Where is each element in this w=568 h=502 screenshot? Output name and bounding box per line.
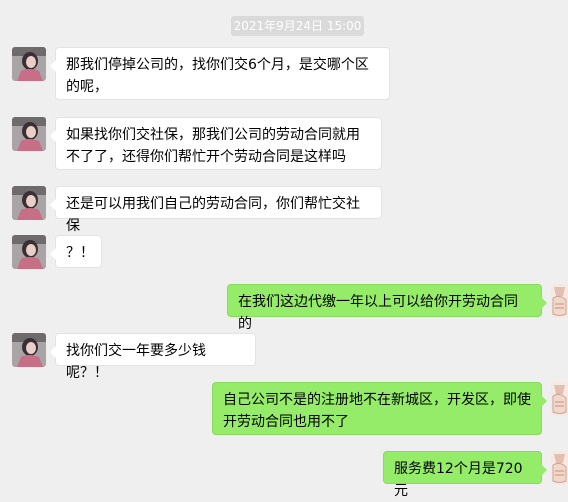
contact-avatar-icon (12, 235, 46, 269)
avatar[interactable] (551, 451, 568, 485)
avatar[interactable] (551, 284, 568, 318)
avatar[interactable] (12, 47, 46, 81)
contact-avatar-icon (12, 186, 46, 220)
message-bubble-incoming[interactable]: ？！ (50, 235, 102, 268)
message-bubble-outgoing[interactable]: 服务费12个月是720元 (383, 451, 547, 499)
user-avatar-icon (551, 284, 568, 318)
avatar[interactable] (12, 333, 46, 367)
user-avatar-icon (551, 451, 568, 485)
message-bubble-outgoing[interactable]: 自己公司不是的注册地不在新城区，开发区，即使开劳动合同也用不了 (212, 382, 547, 435)
contact-avatar-icon (12, 333, 46, 367)
contact-avatar-icon (12, 117, 46, 151)
message-bubble-incoming[interactable]: 找你们交一年要多少钱呢？！ (50, 333, 256, 381)
avatar[interactable] (12, 186, 46, 220)
chat-window: 2021年9月24日 15:00 那我们停掉公司的，找你们交6个月，是交哪个区的… (0, 0, 568, 499)
avatar[interactable] (551, 382, 568, 416)
message-bubble-incoming[interactable]: 如果找你们交社保，那我们公司的劳动合同就用不了了，还得你们帮忙开个劳动合同是这样… (50, 117, 382, 170)
message-bubble-outgoing[interactable]: 在我们这边代缴一年以上可以给你开劳动合同的 (227, 284, 547, 332)
message-bubble-incoming[interactable]: 那我们停掉公司的，找你们交6个月，是交哪个区的呢， (50, 47, 390, 100)
avatar[interactable] (12, 117, 46, 151)
avatar[interactable] (12, 235, 46, 269)
user-avatar-icon (551, 382, 568, 416)
message-bubble-incoming[interactable]: 还是可以用我们自己的劳动合同，你们帮忙交社保 (50, 186, 382, 234)
contact-avatar-icon (12, 47, 46, 81)
timestamp-badge: 2021年9月24日 15:00 (231, 16, 364, 36)
